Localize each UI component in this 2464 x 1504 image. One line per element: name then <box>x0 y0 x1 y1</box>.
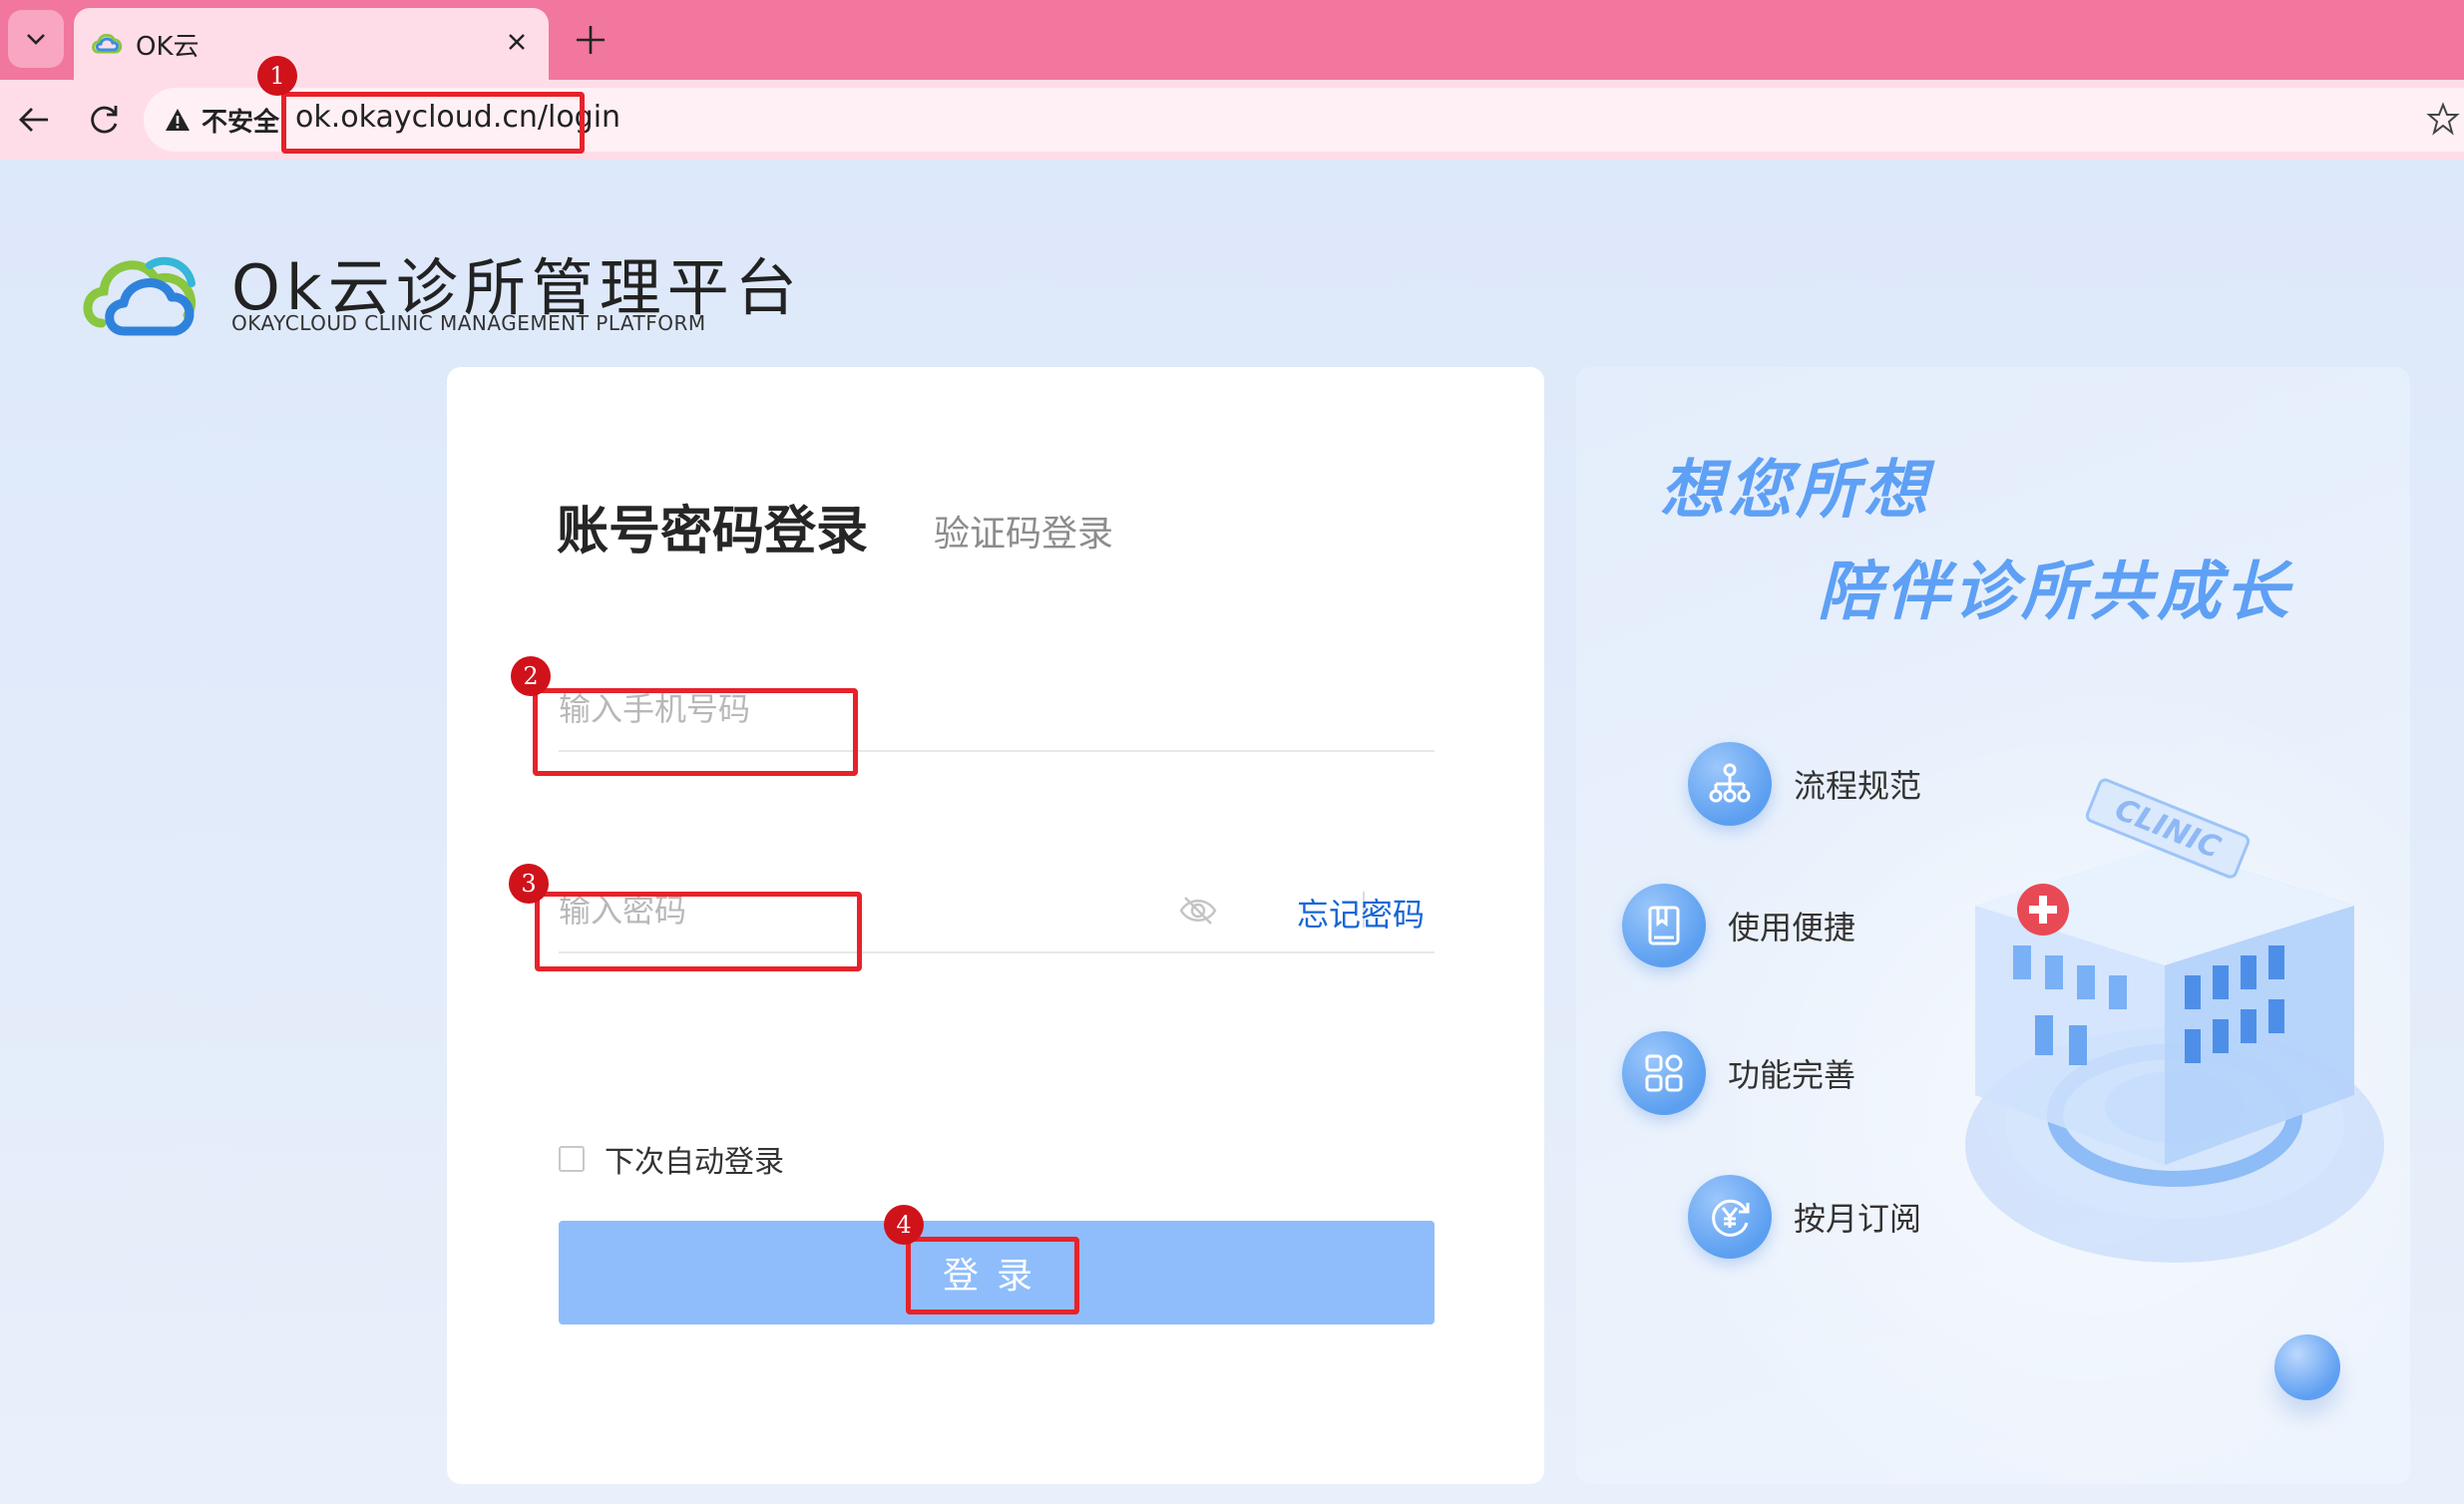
login-page: Ok云诊所管理平台 OKAYCLOUD CLINIC MANAGEMENT PL… <box>0 160 2464 1504</box>
bookmark-star-icon[interactable] <box>2426 102 2460 136</box>
annotation-badge: 4 <box>884 1205 924 1245</box>
new-tab-plus-icon[interactable] <box>569 18 613 62</box>
chevron-down-icon <box>27 34 45 45</box>
decorative-orb <box>2274 1334 2340 1400</box>
slogan-line-1: 想您所想 <box>1660 454 1931 528</box>
close-icon[interactable] <box>503 28 531 56</box>
cloud-logo-icon <box>92 33 123 54</box>
feature-item: 流程规范 <box>1688 742 1921 826</box>
yen-refresh-icon <box>1688 1175 1772 1259</box>
warning-icon <box>166 109 190 131</box>
annotation-badge: 1 <box>257 56 297 96</box>
clinic-building-illustration: CLINIC <box>1965 778 2384 1263</box>
annotation-box-phone <box>533 688 858 776</box>
annotation-badge: 2 <box>511 656 551 696</box>
feature-label: 使用便捷 <box>1728 909 1856 946</box>
browser-tab[interactable]: OK云 <box>74 8 549 80</box>
annotation-box-password <box>535 892 862 971</box>
tab-password-login[interactable]: 账号密码登录 <box>557 489 868 564</box>
promo-panel: 想您所想 陪伴诊所共成长 流程规范 使用便捷 功能完善 按月订阅 CLINIC <box>1576 367 2410 1484</box>
annotation-box-login <box>906 1237 1079 1315</box>
forgot-password-link[interactable]: 忘记密码 <box>1297 890 1425 936</box>
feature-item: 按月订阅 <box>1688 1175 1921 1259</box>
okaycloud-logo-icon <box>83 256 197 336</box>
annotation-box-url <box>281 92 585 154</box>
insecure-label[interactable]: 不安全 <box>202 102 279 139</box>
brand-subtitle: OKAYCLOUD CLINIC MANAGEMENT PLATFORM <box>231 311 706 335</box>
feature-item: 功能完善 <box>1622 1031 1855 1115</box>
feature-item: 使用便捷 <box>1622 884 1855 967</box>
feature-label: 按月订阅 <box>1794 1200 1922 1238</box>
reload-icon[interactable] <box>82 98 126 142</box>
flowchart-icon <box>1688 742 1772 826</box>
book-icon <box>1622 884 1706 967</box>
feature-label: 功能完善 <box>1728 1056 1856 1094</box>
tab-code-login[interactable]: 验证码登录 <box>934 505 1113 557</box>
slogan-line-2: 陪伴诊所共成长 <box>1818 556 2292 629</box>
back-arrow-icon[interactable] <box>12 98 56 142</box>
remember-label: 下次自动登录 <box>605 1145 784 1180</box>
remember-checkbox[interactable] <box>559 1146 585 1172</box>
eye-hidden-icon[interactable] <box>1177 890 1219 932</box>
feature-label: 流程规范 <box>1794 767 1922 805</box>
tab-title: OK云 <box>136 32 200 62</box>
browser-tab-bar: OK云 <box>0 0 2464 80</box>
grid-icon <box>1622 1031 1706 1115</box>
annotation-badge: 3 <box>509 864 549 904</box>
remember-me[interactable]: 下次自动登录 <box>559 1137 784 1181</box>
tab-search-button[interactable] <box>8 10 64 68</box>
